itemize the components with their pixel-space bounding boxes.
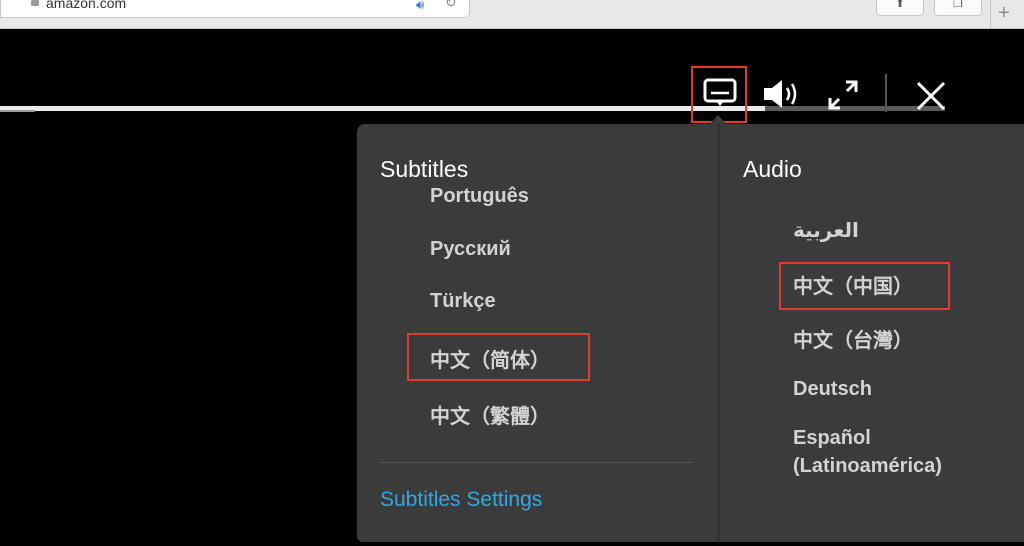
audio-option-arabic[interactable]: العربية xyxy=(793,218,859,243)
menu-caret xyxy=(710,115,726,124)
progress-fill xyxy=(0,106,766,111)
lock-icon xyxy=(31,0,39,6)
subtitles-settings-link[interactable]: Subtitles Settings xyxy=(380,488,542,512)
audio-selection-highlight xyxy=(779,262,950,310)
audio-option-german[interactable]: Deutsch xyxy=(793,378,872,401)
subtitle-option-russian[interactable]: Русский xyxy=(430,238,511,261)
plus-icon[interactable]: + xyxy=(998,2,1010,25)
subtitles-heading: Subtitles xyxy=(380,156,469,182)
language-menu: Subtitles Português Русский Türkçe 中文（简体… xyxy=(357,124,1024,542)
volume-icon xyxy=(764,80,797,108)
reload-icon[interactable]: ↻ xyxy=(445,0,457,11)
audio-option-spanish-line-2: (Latinoamérica) xyxy=(793,455,942,477)
fullscreen-icon xyxy=(828,80,858,110)
url-text: amazon.com xyxy=(46,0,127,11)
show-tabs-button[interactable]: ❐ xyxy=(934,0,982,16)
share-button[interactable]: ⬆︎ xyxy=(876,0,924,16)
close-button[interactable] xyxy=(913,78,949,114)
browser-toolbar: amazon.com 🔊︎ ↻ ⬆︎ ❐ + xyxy=(0,0,1024,29)
subtitle-option-turkish[interactable]: Türkçe xyxy=(430,290,496,313)
audio-option-spanish-line-1: Español xyxy=(793,427,871,449)
tabs-icon: ❐ xyxy=(953,0,963,10)
speaker-icon[interactable]: 🔊︎ xyxy=(416,0,424,13)
audio-option-spanish-latam[interactable]: Español (Latinoamérica) xyxy=(793,424,942,480)
subtitle-option-portugues[interactable]: Português xyxy=(430,185,529,208)
subtitles-icon xyxy=(703,78,737,106)
toolbar-divider xyxy=(990,0,991,28)
fullscreen-button[interactable] xyxy=(826,78,860,112)
progress-marker xyxy=(0,110,35,112)
close-icon xyxy=(916,81,946,111)
volume-button[interactable] xyxy=(760,76,804,112)
audio-heading: Audio xyxy=(743,156,802,182)
subtitle-selection-highlight xyxy=(407,333,590,381)
column-divider xyxy=(718,124,719,542)
address-bar[interactable]: amazon.com 🔊︎ ↻ xyxy=(0,0,470,18)
audio-option-chinese-taiwan[interactable]: 中文（台灣） xyxy=(793,324,913,353)
subtitle-option-chinese-traditional[interactable]: 中文（繁體） xyxy=(430,400,550,429)
controls-divider xyxy=(885,74,887,112)
menu-separator xyxy=(380,462,693,463)
share-icon: ⬆︎ xyxy=(895,0,905,10)
